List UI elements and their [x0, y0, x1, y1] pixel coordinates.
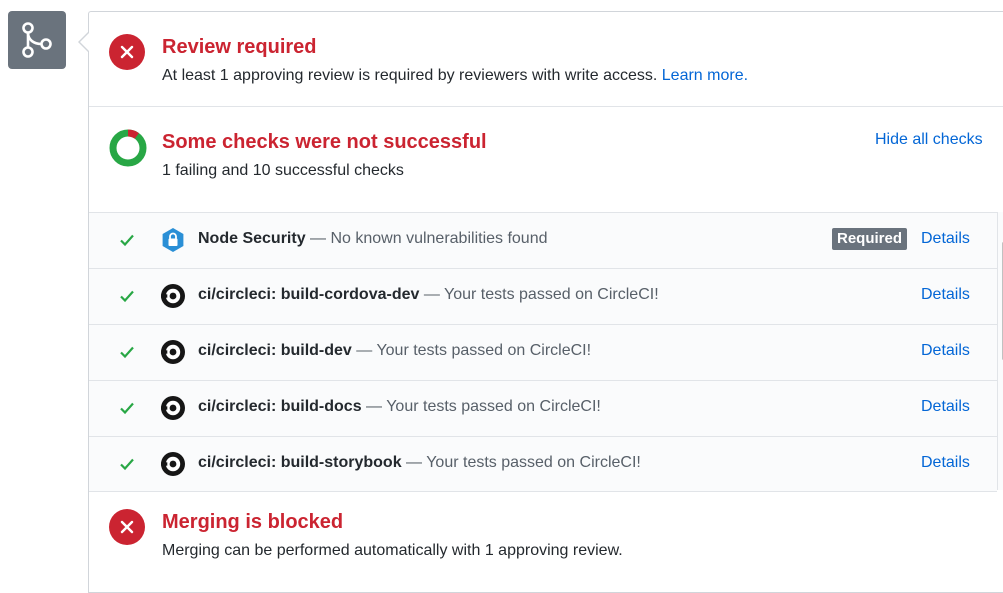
git-merge-icon — [22, 22, 52, 58]
review-description-text: At least 1 approving review is required … — [162, 67, 658, 84]
failure-x-icon — [109, 509, 145, 545]
check-name: ci/circleci: build-cordova-dev — [198, 286, 420, 303]
node-security-shield-icon — [162, 228, 184, 252]
check-separator: — — [401, 454, 427, 471]
success-check-icon — [120, 458, 134, 471]
check-row-text: ci/circleci: build-dev — Your tests pass… — [198, 342, 591, 360]
check-row-text: Node Security — No known vulnerabilities… — [198, 230, 548, 248]
check-separator: — — [419, 286, 445, 303]
check-row: ci/circleci: build-dev — Your tests pass… — [89, 325, 997, 381]
check-row-text: ci/circleci: build-storybook — Your test… — [198, 454, 641, 472]
review-required-title: Review required — [162, 36, 317, 58]
success-check-icon — [120, 234, 134, 247]
check-row: ci/circleci: build-docs — Your tests pas… — [89, 381, 997, 437]
merging-blocked-description: Merging can be performed automatically w… — [162, 542, 623, 559]
check-description: Your tests passed on CircleCI! — [426, 454, 641, 471]
review-required-description: At least 1 approving review is required … — [162, 67, 748, 85]
details-link[interactable]: Details — [921, 342, 970, 360]
circleci-icon — [161, 284, 185, 308]
check-row-text: ci/circleci: build-cordova-dev — Your te… — [198, 286, 659, 304]
check-row: Node Security — No known vulnerabilities… — [89, 213, 997, 269]
check-description: No known vulnerabilities found — [330, 230, 548, 247]
check-separator: — — [305, 230, 331, 247]
git-merge-icon-box — [8, 11, 66, 69]
check-row-text: ci/circleci: build-docs — Your tests pas… — [198, 398, 601, 416]
check-description: Your tests passed on CircleCI! — [386, 398, 601, 415]
failure-x-icon — [109, 34, 145, 70]
check-separator: — — [361, 398, 387, 415]
details-link[interactable]: Details — [921, 286, 970, 304]
hide-all-checks-link[interactable]: Hide all checks — [875, 131, 983, 149]
details-link[interactable]: Details — [921, 454, 970, 472]
check-description: Your tests passed on CircleCI! — [376, 342, 592, 359]
check-row: ci/circleci: build-storybook — Your test… — [89, 437, 997, 491]
merging-blocked-title: Merging is blocked — [162, 511, 344, 533]
circleci-icon — [161, 452, 185, 476]
merge-status-panel: Review required At least 1 approving rev… — [88, 11, 1003, 593]
details-link[interactable]: Details — [921, 230, 970, 248]
checks-list: Node Security — No known vulnerabilities… — [89, 212, 997, 492]
circleci-icon — [161, 396, 185, 420]
review-required-section: Review required At least 1 approving rev… — [89, 12, 1003, 107]
check-description: Your tests passed on CircleCI! — [444, 286, 659, 303]
check-name: Node Security — [198, 230, 306, 247]
panel-pointer-fill — [80, 33, 89, 51]
success-check-icon — [120, 290, 134, 303]
learn-more-link[interactable]: Learn more. — [662, 67, 748, 84]
check-name: ci/circleci: build-docs — [198, 398, 362, 415]
circleci-icon — [161, 340, 185, 364]
required-badge: Required — [832, 228, 908, 250]
details-link[interactable]: Details — [921, 398, 970, 416]
check-row: ci/circleci: build-cordova-dev — Your te… — [89, 269, 997, 325]
checks-summary-section: Some checks were not successful 1 failin… — [89, 107, 1003, 212]
checks-summary-text: 1 failing and 10 successful checks — [162, 162, 404, 179]
checks-donut-icon — [109, 129, 147, 167]
success-check-icon — [120, 346, 134, 359]
checks-status-title: Some checks were not successful — [162, 131, 487, 153]
check-name: ci/circleci: build-dev — [198, 342, 352, 359]
check-name: ci/circleci: build-storybook — [198, 454, 402, 471]
check-separator: — — [351, 342, 377, 359]
merging-blocked-section: Merging is blocked Merging can be perfor… — [89, 491, 1003, 591]
success-check-icon — [120, 402, 134, 415]
